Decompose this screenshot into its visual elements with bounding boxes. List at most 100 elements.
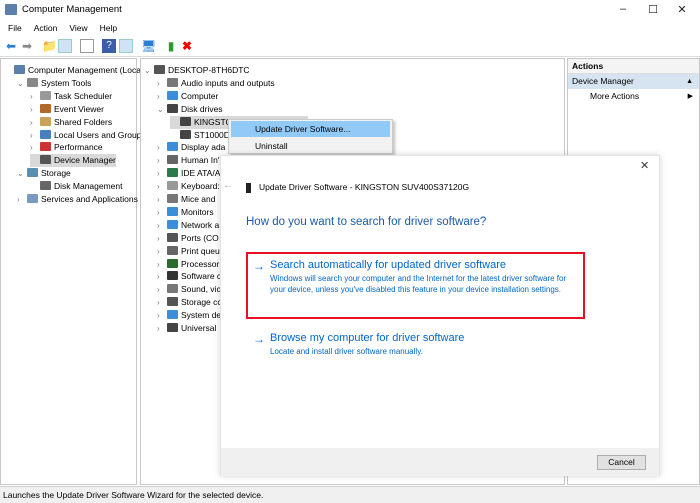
tree-item[interactable]: › Task Scheduler [30,90,112,103]
collapse-icon[interactable]: ▲ [686,74,693,89]
tree-item[interactable]: › Computer [157,90,218,103]
tree-item[interactable]: › Network a [157,219,219,232]
tree-item[interactable]: ⌄ Storage [17,167,71,180]
forward-icon[interactable]: ➡ [20,39,34,53]
tree-item[interactable]: › Monitors [157,206,214,219]
menu-help[interactable]: Help [100,20,117,36]
chevron-right-icon[interactable]: › [157,270,167,283]
tree-item[interactable]: › Keyboard: [157,180,220,193]
menu-item-uninstall[interactable]: Uninstall [231,138,390,154]
tree-item[interactable]: › Display ada [157,141,225,154]
chevron-right-icon[interactable]: › [157,296,167,309]
search-automatically-option[interactable]: → Search automatically for updated drive… [246,252,585,319]
chevron-right-icon[interactable]: › [30,141,40,154]
dialog-close-button[interactable]: ✕ [640,159,649,172]
tree-item[interactable]: › Processor: [157,258,222,271]
tree-item[interactable]: ST1000D [170,129,230,142]
chevron-down-icon[interactable]: ⌄ [17,77,27,90]
tree-item[interactable]: › Sound, vic [157,283,221,296]
chevron-right-icon[interactable]: › [30,90,40,103]
properties-icon[interactable] [80,39,94,53]
tree-item[interactable]: ⌄ Disk drives [157,103,223,116]
browse-computer-option[interactable]: → Browse my computer for driver software… [246,328,585,364]
tree-item[interactable]: › System de [157,309,221,322]
tree-item-label: Network a [181,219,220,230]
help-icon[interactable]: ? [102,39,116,53]
chevron-down-icon[interactable]: ⌄ [17,167,27,180]
tree-node-icon [40,155,51,165]
tree-item-label: Device Manager [54,155,116,166]
chevron-right-icon[interactable]: › [157,154,167,167]
monitor-icon[interactable]: 🖥 [141,39,156,53]
minimize-button[interactable]: – [613,3,633,15]
back-arrow-icon[interactable]: ← [223,180,233,191]
tree-item[interactable]: › Audio inputs and outputs [157,77,275,90]
chevron-right-icon[interactable]: › [30,116,40,129]
tree-item[interactable]: › Shared Folders [30,116,112,129]
tree-item[interactable]: › IDE ATA/A [157,167,220,180]
tree-item[interactable]: › Human In' [157,154,219,167]
chevron-right-icon[interactable]: › [157,180,167,193]
actions-header: Actions [568,59,699,74]
tree-item-label: DESKTOP-8TH6DTC [168,65,250,75]
chevron-right-icon[interactable]: › [157,219,167,232]
tree-item[interactable]: › Local Users and Groups [30,129,146,142]
chevron-right-icon[interactable]: › [157,283,167,296]
actions-device-manager[interactable]: Device Manager ▲ [568,74,699,89]
tree-item[interactable]: › Event Viewer [30,103,104,116]
tree-item[interactable]: ⌄ System Tools [17,77,91,90]
more-actions[interactable]: More Actions ▶ [568,89,699,104]
tree-item-label: Computer Management (Local [28,65,143,75]
chevron-right-icon[interactable]: › [157,193,167,206]
chevron-down-icon[interactable]: ⌄ [144,64,154,77]
enable-device-icon[interactable]: ▮ [164,39,178,53]
up-folder-icon[interactable]: 📁 [42,39,57,53]
tree-item[interactable]: › Mice and [157,193,216,206]
tree-item[interactable]: Computer Management (Local [4,64,143,77]
chevron-right-icon[interactable]: › [157,258,167,271]
chevron-right-icon[interactable]: › [157,322,167,335]
tree-item-label: Storage [41,168,71,179]
chevron-right-icon[interactable]: › [157,206,167,219]
tree-node-icon [167,103,178,113]
chevron-right-icon[interactable]: › [30,103,40,116]
tree-item[interactable]: › Services and Applications [17,193,138,206]
tree-item[interactable]: › Print queu [157,245,220,258]
chevron-right-icon[interactable]: › [157,77,167,90]
tree-node-icon [14,65,25,74]
tree-item[interactable]: ⌄ DESKTOP-8TH6DTC [144,64,250,77]
show-action-pane-icon[interactable] [119,39,133,53]
tree-item[interactable]: › Performance [30,141,103,154]
tree-item-label: Universal [181,323,217,333]
chevron-right-icon[interactable]: › [30,129,40,142]
cancel-button[interactable]: Cancel [597,455,646,470]
menu-view[interactable]: View [69,20,87,36]
tree-item-label: System de [181,310,222,321]
tree-item[interactable]: › Storage cc [157,296,222,309]
back-icon[interactable]: ⬅ [4,39,18,53]
tree-item[interactable]: › Ports (CO [157,232,219,245]
menu-action[interactable]: Action [34,20,58,36]
chevron-right-icon[interactable]: › [157,309,167,322]
tree-item[interactable]: Disk Management [30,180,123,193]
tree-node-icon [40,116,51,126]
chevron-down-icon[interactable]: ⌄ [157,103,167,116]
chevron-right-icon[interactable]: › [157,232,167,245]
tree-node-icon [167,181,178,191]
close-button[interactable]: ✕ [672,3,692,16]
tree-node-icon [167,271,178,281]
chevron-right-icon[interactable]: › [157,90,167,103]
show-hide-tree-icon[interactable] [58,39,72,53]
chevron-right-icon[interactable]: › [157,245,167,258]
chevron-right-icon[interactable]: › [157,141,167,154]
tree-item[interactable]: › Software c [157,270,221,283]
tree-item[interactable]: › Universal [157,322,216,335]
uninstall-icon[interactable]: ✖ [180,39,194,53]
menu-file[interactable]: File [8,20,22,36]
tree-item[interactable]: Device Manager [30,154,116,168]
chevron-right-icon[interactable]: › [17,193,27,206]
maximize-button[interactable]: ☐ [643,3,663,16]
chevron-right-icon[interactable]: › [157,167,167,180]
menu-item-update-driver[interactable]: Update Driver Software... [231,121,390,137]
tree-item-label: Sound, vic [181,284,221,295]
